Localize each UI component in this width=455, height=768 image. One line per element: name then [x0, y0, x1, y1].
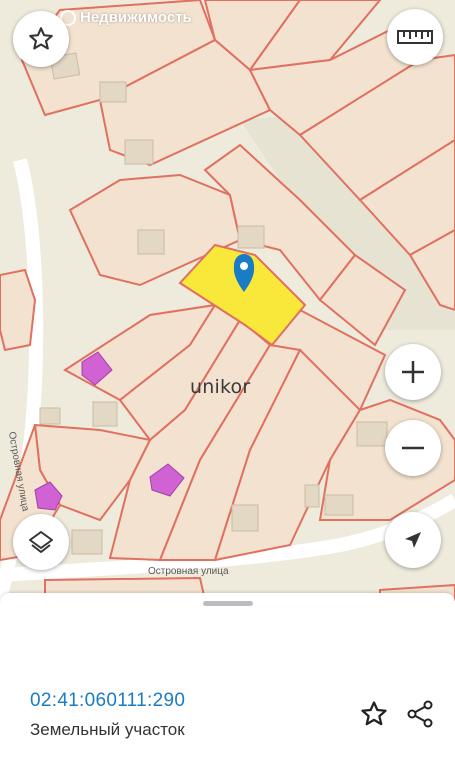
- ruler-button[interactable]: [387, 9, 443, 65]
- ruler-icon: [397, 30, 433, 44]
- sheet-favorite-button[interactable]: [359, 699, 389, 729]
- share-button[interactable]: [404, 698, 436, 730]
- zoom-in-button[interactable]: [385, 344, 441, 400]
- favorite-button[interactable]: [13, 11, 69, 67]
- star-outline-icon: [361, 701, 387, 726]
- share-icon: [407, 700, 433, 728]
- layers-button[interactable]: [13, 514, 69, 570]
- building: [324, 494, 354, 516]
- zoom-out-button[interactable]: [385, 420, 441, 476]
- info-sheet[interactable]: 02:41:060111:290 Земельный участок: [0, 593, 455, 768]
- parcel: [0, 268, 37, 352]
- building: [304, 484, 320, 508]
- minus-icon: [402, 446, 424, 450]
- locate-button[interactable]: [385, 512, 441, 568]
- sheet-drag-handle[interactable]: [203, 601, 253, 606]
- building: [92, 401, 118, 427]
- navigation-arrow-icon: [405, 532, 421, 548]
- cadastral-number[interactable]: 02:41:060111:290: [30, 690, 185, 712]
- map-watermark: Недвижимость: [60, 9, 192, 26]
- building: [237, 225, 265, 249]
- star-outline-icon: [29, 27, 53, 50]
- building: [231, 504, 259, 532]
- building: [137, 229, 165, 255]
- brand-logo: unikor: [190, 376, 251, 398]
- plus-icon: [402, 361, 424, 383]
- building: [124, 139, 154, 165]
- street-label-bottom: Островная улица: [148, 566, 229, 577]
- building: [99, 81, 127, 103]
- building: [71, 529, 103, 555]
- watermark-text: Недвижимость: [80, 9, 192, 26]
- parcel-type: Земельный участок: [30, 720, 185, 739]
- building: [356, 421, 388, 447]
- layers-icon: [29, 531, 53, 553]
- building: [39, 407, 61, 425]
